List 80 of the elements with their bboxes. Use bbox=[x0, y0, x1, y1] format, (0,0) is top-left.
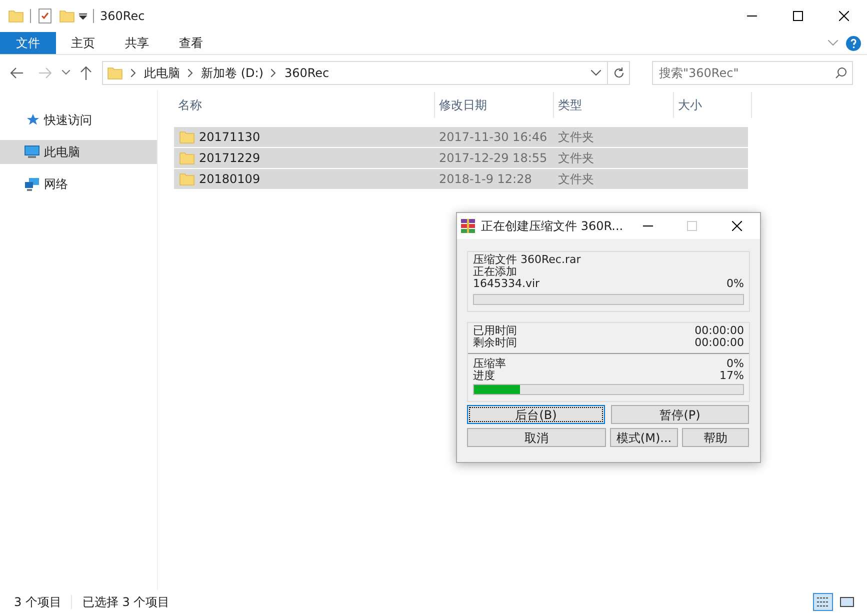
checklist-icon[interactable] bbox=[37, 8, 53, 24]
refresh-icon bbox=[612, 66, 624, 78]
date-cell-text: 2017-11-30 16:46 bbox=[438, 129, 548, 146]
chevron-right-icon bbox=[188, 68, 193, 76]
ribbon-tab[interactable]: 文件 bbox=[0, 32, 56, 54]
address-field[interactable]: 此电脑 新加卷 (D:) 360Rec bbox=[102, 60, 608, 84]
sidebar-item[interactable]: 此电脑 bbox=[0, 140, 157, 164]
maximize-icon bbox=[793, 11, 803, 21]
archive-label: 压缩文件 360Rec.rar bbox=[473, 254, 582, 266]
file-name: 1645334.vir bbox=[473, 278, 540, 290]
folder-name: 20180109 bbox=[199, 171, 260, 188]
elapsed-label: 已用时间 bbox=[473, 325, 517, 337]
sidebar-item[interactable]: 快速访问 bbox=[0, 108, 157, 132]
folder-icon bbox=[59, 8, 75, 24]
file-row[interactable]: 20171229 2017-12-29 18:55 文件夹 bbox=[174, 148, 748, 169]
ribbon-tab[interactable]: 查看 bbox=[164, 32, 218, 54]
progress-label: 进度 bbox=[473, 370, 495, 382]
breadcrumb-item[interactable]: 360Rec bbox=[284, 64, 330, 82]
folder-icon bbox=[179, 171, 195, 187]
chevron-right-icon bbox=[271, 68, 276, 76]
dialog-button[interactable]: 暂停(P) bbox=[611, 405, 749, 424]
dialog-button[interactable]: 模式(M)... bbox=[610, 428, 678, 447]
type-cell-text: 文件夹 bbox=[557, 150, 595, 167]
dialog-button[interactable]: 后台(B) bbox=[467, 405, 605, 424]
item-count: 3 个项目 bbox=[14, 594, 62, 610]
column-header[interactable]: 修改日期 bbox=[435, 92, 554, 118]
star-icon bbox=[26, 113, 40, 127]
thumbnail-icon bbox=[840, 596, 854, 606]
breadcrumb-item[interactable]: 此电脑 bbox=[144, 64, 180, 82]
ribbon-tab[interactable]: 共享 bbox=[110, 32, 164, 54]
folder-icon bbox=[179, 129, 195, 145]
elapsed-time: 00:00:00 bbox=[694, 325, 744, 337]
close-icon bbox=[732, 221, 742, 231]
file-percent: 0% bbox=[726, 278, 744, 290]
network-icon bbox=[24, 177, 40, 191]
dialog-title: 正在创建压缩文件 360R... bbox=[481, 218, 624, 235]
folder-name: 20171130 bbox=[199, 129, 260, 146]
ratio-label: 压缩率 bbox=[473, 358, 506, 370]
maximize-icon bbox=[687, 221, 697, 231]
folder-icon bbox=[107, 64, 123, 80]
file-row[interactable]: 20171130 2017-11-30 16:46 文件夹 bbox=[174, 127, 748, 148]
monitor-icon bbox=[24, 145, 40, 159]
breadcrumb-item[interactable]: 新加卷 (D:) bbox=[201, 64, 264, 82]
column-header[interactable]: 名称 bbox=[174, 92, 435, 118]
folder-name: 20171229 bbox=[199, 150, 260, 167]
back-arrow-icon[interactable] bbox=[10, 66, 24, 78]
search-icon bbox=[835, 66, 847, 78]
remaining-time: 00:00:00 bbox=[694, 337, 744, 349]
close-icon bbox=[839, 11, 849, 21]
file-row[interactable]: 20180109 2018-1-9 12:28 文件夹 bbox=[174, 169, 748, 190]
status-label: 正在添加 bbox=[473, 266, 518, 278]
archive-icon bbox=[460, 218, 476, 234]
details-view-button[interactable] bbox=[813, 592, 833, 610]
type-cell-text: 文件夹 bbox=[557, 129, 595, 146]
refresh-button[interactable] bbox=[608, 60, 630, 84]
sidebar-item[interactable]: 网络 bbox=[0, 172, 157, 196]
up-arrow-icon[interactable] bbox=[80, 66, 92, 80]
progress-percent: 17% bbox=[720, 370, 744, 382]
column-header[interactable]: 大小 bbox=[674, 92, 752, 118]
dropdown-icon[interactable] bbox=[79, 12, 87, 20]
type-cell-text: 文件夹 bbox=[557, 171, 595, 188]
dialog-button[interactable]: 帮助 bbox=[682, 428, 749, 447]
selection-count: 已选择 3 个项目 bbox=[82, 594, 170, 610]
chevron-down-icon[interactable] bbox=[62, 70, 70, 75]
date-cell-text: 2018-1-9 12:28 bbox=[438, 171, 533, 188]
ribbon-tab[interactable]: 主页 bbox=[56, 32, 110, 54]
folder-icon bbox=[179, 150, 195, 166]
details-icon bbox=[817, 596, 829, 606]
help-icon[interactable] bbox=[846, 36, 861, 50]
dialog-button[interactable]: 取消 bbox=[467, 428, 606, 447]
chevron-right-icon bbox=[131, 68, 136, 76]
folder-icon bbox=[8, 8, 24, 24]
chevron-down-icon[interactable] bbox=[591, 70, 601, 76]
minimize-icon bbox=[643, 225, 653, 227]
window-title: 360Rec bbox=[100, 8, 145, 25]
search-field[interactable]: 搜索"360Rec" bbox=[652, 60, 853, 84]
column-header[interactable]: 类型 bbox=[554, 92, 674, 118]
remaining-label: 剩余时间 bbox=[473, 337, 517, 349]
date-cell-text: 2017-12-29 18:55 bbox=[438, 150, 548, 167]
ratio-value: 0% bbox=[726, 358, 744, 370]
